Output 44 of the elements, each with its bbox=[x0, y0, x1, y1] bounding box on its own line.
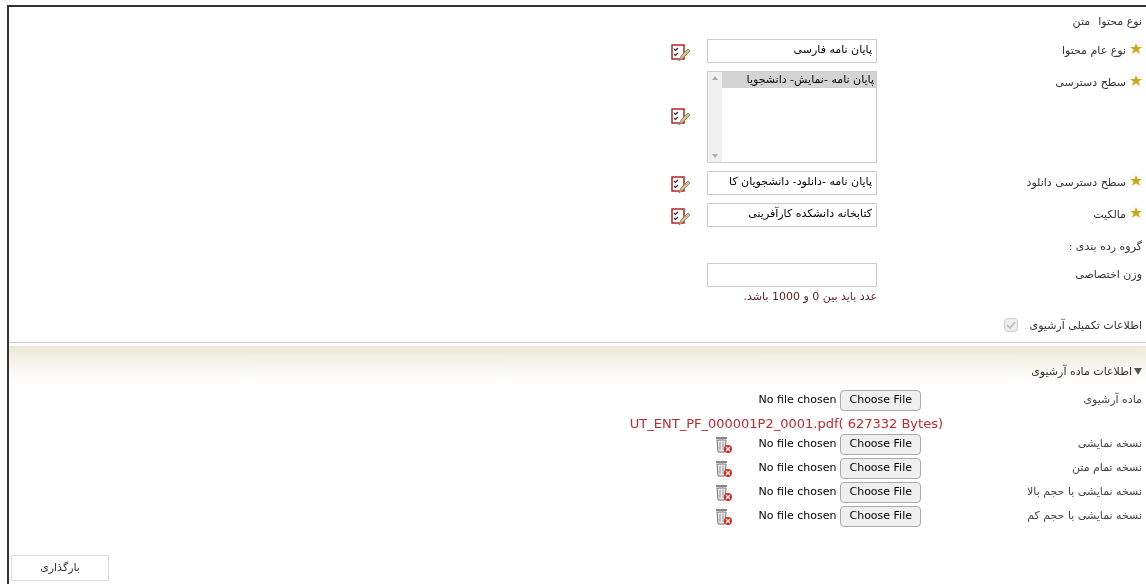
list-box[interactable]: پایان نامه -نمایش- دانشجویا bbox=[707, 70, 877, 163]
trash-delete-icon[interactable] bbox=[713, 506, 733, 526]
field-value: متن bbox=[1072, 14, 1091, 30]
file-status: No file chosen bbox=[758, 392, 837, 409]
file-status: No file chosen bbox=[758, 483, 837, 500]
trash-delete-icon[interactable] bbox=[713, 434, 733, 454]
file-status: No file chosen bbox=[758, 435, 837, 452]
attached-file-name: UT_ENT_PF_000001P2_0001.pdf( 627332 Bytes) bbox=[629, 415, 943, 433]
upload-button[interactable]: بارگذاری bbox=[11, 555, 109, 581]
text-field[interactable]: پایان نامه فارسی bbox=[707, 38, 877, 63]
checklist-pencil-icon[interactable] bbox=[670, 206, 690, 227]
field-label: سطح دسترسی دانلود bbox=[1026, 174, 1126, 191]
choose-file-button[interactable]: Choose File bbox=[840, 390, 921, 411]
section-header[interactable]: اطلاعات ماده آرشیوی bbox=[9, 346, 1146, 382]
file-label: نسخه نمایشی با حجم کم bbox=[1026, 507, 1143, 524]
checklist-pencil-icon[interactable] bbox=[670, 106, 690, 127]
number-field[interactable] bbox=[707, 263, 877, 287]
text-field[interactable]: کتابخانه دانشکده کارآفرینی bbox=[707, 202, 877, 227]
field-label: وزن اختصاصی bbox=[1075, 267, 1142, 283]
field-label: نوع محتوا bbox=[1098, 14, 1142, 30]
checklist-pencil-icon[interactable] bbox=[670, 42, 690, 63]
trash-delete-icon[interactable] bbox=[713, 458, 733, 478]
file-status: No file chosen bbox=[758, 459, 837, 476]
file-status: No file chosen bbox=[758, 507, 837, 524]
field-label: سطح دسترسی bbox=[1055, 74, 1126, 91]
field-label: اطلاعات تکمیلی آرشیوی bbox=[1029, 317, 1142, 334]
list-option[interactable]: پایان نامه -نمایش- دانشجویا bbox=[722, 71, 876, 88]
section-title: اطلاعات ماده آرشیوی bbox=[1031, 363, 1132, 380]
choose-file-button[interactable]: Choose File bbox=[840, 505, 921, 527]
hint-text: عدد باید بین 0 و 1000 باشد. bbox=[743, 289, 877, 305]
file-label: نسخه نمایشی bbox=[1076, 435, 1143, 452]
field-label: نوع عام محتوا bbox=[1061, 42, 1126, 59]
trash-delete-icon[interactable] bbox=[713, 482, 733, 502]
choose-file-button[interactable]: Choose File bbox=[840, 457, 921, 479]
file-label: نسخه تمام متن bbox=[1070, 459, 1143, 476]
text-field[interactable]: پایان نامه -دانلود- دانشجویان کا bbox=[707, 170, 877, 195]
field-label: گروه رده بندی : bbox=[1068, 238, 1142, 255]
file-label: نسخه نمایشی با حجم بالا bbox=[1026, 483, 1143, 500]
file-label: ماده آرشیوی bbox=[1082, 392, 1143, 409]
field-label: مالکیت bbox=[1093, 206, 1126, 223]
choose-file-button[interactable]: Choose File bbox=[840, 481, 921, 503]
scrollbar[interactable] bbox=[708, 71, 722, 162]
checklist-pencil-icon[interactable] bbox=[670, 174, 690, 195]
choose-file-button[interactable]: Choose File bbox=[840, 433, 921, 455]
